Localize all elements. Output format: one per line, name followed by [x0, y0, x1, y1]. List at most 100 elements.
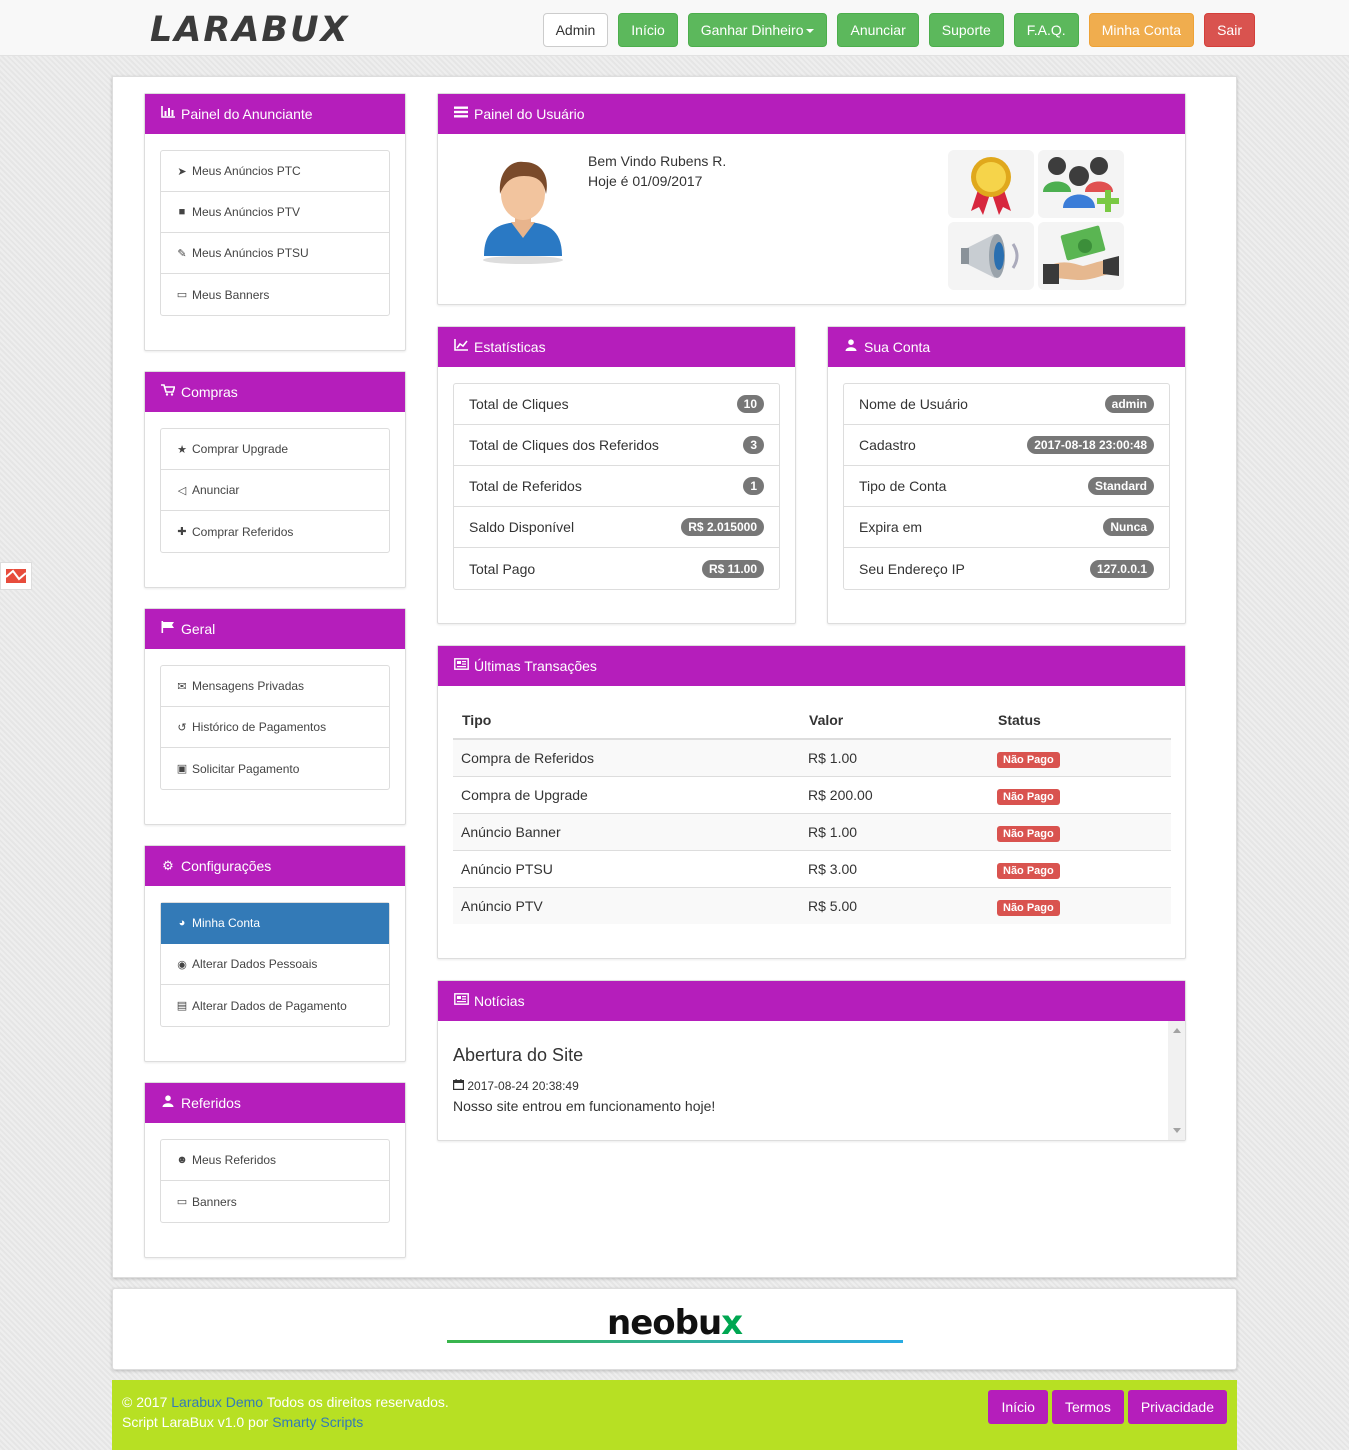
cell-status: Não Pago — [989, 738, 1171, 776]
user-circle-icon: ◉ — [177, 958, 187, 971]
pie-chart-icon: ◕ — [178, 917, 186, 929]
main-container: Painel do Anunciante ➤ Meus Anúncios PTC … — [112, 76, 1237, 1278]
footer-copyright-line: © 2017 Larabux Demo Todos os direitos re… — [122, 1392, 449, 1412]
gears-icon: ⚙ — [162, 858, 174, 873]
news-scroll-area[interactable]: Abertura do Site 2017-08-24 20:38:49 Nos… — [438, 1021, 1185, 1140]
cell-status: Não Pago — [989, 849, 1171, 887]
status-badge: Não Pago — [997, 862, 1060, 879]
envelope-icon: ✉ — [177, 680, 187, 693]
user-plus-icon: ✚ — [177, 526, 187, 538]
minha-conta-button[interactable]: Minha Conta — [1088, 13, 1195, 47]
sidebar-item-buy-referrals[interactable]: ✚ Comprar Referidos — [161, 511, 389, 552]
admin-button[interactable]: Admin — [542, 13, 609, 47]
advertiser-panel: Painel do Anunciante ➤ Meus Anúncios PTC … — [144, 93, 406, 351]
general-list: ✉ Mensagens Privadas ↺ Histórico de Pagame… — [160, 665, 390, 790]
settings-list: ◕ Minha Conta ◉ Alterar Dados Pessoais ▤ Al… — [160, 902, 390, 1027]
sidebar-item-buy-upgrade[interactable]: ★ Comprar Upgrade — [161, 429, 389, 470]
table-header-row: Tipo Valor Status — [453, 702, 1171, 740]
account-badge: Standard — [1087, 477, 1154, 495]
neobux-logo[interactable]: neobux — [607, 1303, 743, 1343]
stat-badge: 3 — [743, 436, 764, 454]
cell-tipo: Anúncio Banner — [453, 812, 800, 850]
account-label: Nome de Usuário — [859, 396, 968, 412]
sidebar-item-ptv-ads[interactable]: ■ Meus Anúncios PTV — [161, 192, 389, 233]
scroll-down-arrow-icon[interactable] — [1173, 1128, 1181, 1133]
account-label: Tipo de Conta — [859, 478, 947, 494]
transactions-panel: Últimas Transações Tipo Valor Status Com… — [437, 645, 1186, 959]
inicio-button[interactable]: Início — [618, 13, 678, 47]
footer-copyright: © 2017 — [122, 1394, 168, 1410]
settings-panel: ⚙ Configurações ◕ Minha Conta ◉ Alterar Da… — [144, 845, 406, 1062]
settings-panel-heading: ⚙ Configurações — [145, 846, 405, 886]
account-expires: Expira em Nunca — [844, 507, 1169, 548]
sidebar-item-banners[interactable]: ▭ Meus Banners — [161, 274, 389, 315]
referrals-tile[interactable] — [1038, 150, 1124, 218]
status-badge: Não Pago — [997, 825, 1060, 842]
monitor-icon: ▭ — [176, 1196, 188, 1208]
advertise-tile[interactable] — [948, 222, 1034, 290]
general-panel-heading: Geral — [145, 609, 405, 649]
earn-money-tile[interactable] — [1038, 222, 1124, 290]
sidebar-item-my-referrals[interactable]: ☻ Meus Referidos — [161, 1140, 389, 1181]
news-item-text: Nosso site entrou em funcionamento hoje! — [453, 1098, 716, 1114]
footer-site-link[interactable]: Larabux Demo — [171, 1394, 263, 1410]
news-panel-title: Notícias — [474, 993, 525, 1009]
sidebar-item-ptsu-ads[interactable]: ✎ Meus Anúncios PTSU — [161, 233, 389, 274]
column-header-status: Status — [989, 702, 1171, 740]
account-label: Seu Endereço IP — [859, 560, 965, 577]
cell-valor: R$ 1.00 — [800, 812, 989, 850]
account-list: Nome de Usuário admin Cadastro 2017-08-18 … — [843, 383, 1170, 590]
sidebar-item-private-messages[interactable]: ✉ Mensagens Privadas — [161, 666, 389, 707]
sidebar-item-referral-banners[interactable]: ▭ Banners — [161, 1181, 389, 1222]
purchases-panel: Compras ★ Comprar Upgrade ◁ Anunciar ✚ Comp… — [144, 371, 406, 588]
sidebar-item-ptc-ads[interactable]: ➤ Meus Anúncios PTC — [161, 151, 389, 192]
medal-icon — [971, 157, 1011, 215]
side-widget-icon[interactable] — [0, 562, 32, 590]
credit-card-icon: ▤ — [176, 1000, 188, 1012]
sidebar-item-label: Mensagens Privadas — [192, 679, 305, 693]
sidebar-item-edit-personal-data[interactable]: ◉ Alterar Dados Pessoais — [161, 944, 389, 985]
site-logo[interactable]: LARABUX — [150, 10, 350, 50]
account-badge: Nunca — [1103, 518, 1154, 536]
stat-label: Saldo Disponível — [469, 519, 575, 535]
stat-referral-clicks: Total de Cliques dos Referidos 3 — [454, 425, 779, 466]
sidebar-item-label: Comprar Upgrade — [192, 442, 289, 456]
sidebar-item-request-payment[interactable]: ▣ Solicitar Pagamento — [161, 748, 389, 789]
news-item-title: Abertura do Site — [453, 1045, 584, 1065]
suporte-button[interactable]: Suporte — [928, 13, 1004, 47]
upgrade-tile[interactable] — [948, 150, 1034, 218]
sidebar-item-my-account[interactable]: ◕ Minha Conta — [161, 903, 389, 944]
sidebar-item-edit-payment-data[interactable]: ▤ Alterar Dados de Pagamento — [161, 985, 389, 1026]
general-panel: Geral ✉ Mensagens Privadas ↺ Histórico de … — [144, 608, 406, 825]
newspaper-icon — [453, 646, 469, 686]
footer-termos-button[interactable]: Termos — [1051, 1390, 1124, 1424]
sair-button[interactable]: Sair — [1204, 13, 1255, 47]
ganhar-dinheiro-dropdown[interactable]: Ganhar Dinheiro — [687, 13, 828, 47]
sidebar-item-payment-history[interactable]: ↺ Histórico de Pagamentos — [161, 707, 389, 748]
stat-label: Total de Cliques dos Referidos — [469, 437, 659, 453]
scroll-up-arrow-icon[interactable] — [1173, 1028, 1181, 1033]
footer-privacidade-button[interactable]: Privacidade — [1127, 1390, 1227, 1424]
footer-author-link[interactable]: Smarty Scripts — [272, 1414, 363, 1430]
sponsor-banner[interactable]: neobux — [112, 1288, 1237, 1370]
statistics-panel: Estatísticas Total de Cliques 10 Total de… — [437, 326, 796, 624]
news-panel-heading: Notícias — [438, 981, 1185, 1021]
sidebar-item-advertise[interactable]: ◁ Anunciar — [161, 470, 389, 511]
cell-status: Não Pago — [989, 886, 1171, 924]
sidebar-item-label: Meus Anúncios PTSU — [192, 246, 309, 260]
money-icon: ▣ — [176, 763, 188, 775]
statistics-panel-title: Estatísticas — [474, 339, 546, 355]
advertiser-list: ➤ Meus Anúncios PTC ■ Meus Anúncios PTV ✎ M… — [160, 150, 390, 316]
news-scrollbar[interactable] — [1168, 1021, 1185, 1140]
footer-inicio-button[interactable]: Início — [988, 1390, 1048, 1424]
cell-status: Não Pago — [989, 812, 1171, 850]
star-icon: ★ — [177, 443, 187, 456]
referrals-panel-heading: Referidos — [145, 1083, 405, 1123]
advertiser-panel-title: Painel do Anunciante — [181, 106, 313, 122]
anunciar-button[interactable]: Anunciar — [837, 13, 919, 47]
column-header-valor: Valor — [800, 702, 989, 740]
megaphone-icon — [961, 234, 1019, 278]
column-header-tipo: Tipo — [453, 702, 800, 740]
faq-button[interactable]: F.A.Q. — [1013, 13, 1079, 47]
purchases-panel-title: Compras — [181, 384, 238, 400]
